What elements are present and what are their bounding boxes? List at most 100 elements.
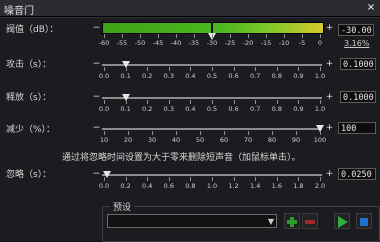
attack-tick-mark bbox=[298, 67, 300, 71]
threshold-tick-label: -50 bbox=[134, 39, 146, 47]
minus-icon bbox=[305, 220, 315, 224]
reduction-tick-label: 40 bbox=[171, 136, 181, 144]
threshold-tick-mark bbox=[302, 34, 303, 38]
threshold-tick-label: -35 bbox=[188, 39, 200, 47]
ignore-value-field[interactable]: 0.0250 bbox=[338, 168, 376, 180]
reduction-tick-label: 80 bbox=[267, 136, 277, 144]
ignore-tick-mark bbox=[276, 177, 278, 181]
attack-tick-label: 0.3 bbox=[163, 72, 174, 80]
threshold-tick-mark bbox=[284, 34, 285, 38]
threshold-decrease-button[interactable]: − bbox=[92, 24, 101, 33]
release-decrease-button[interactable]: − bbox=[92, 93, 101, 102]
release-tick-label: 0.3 bbox=[163, 105, 174, 113]
ignore-increase-button[interactable]: + bbox=[325, 170, 334, 179]
reduction-tick-mark bbox=[224, 131, 225, 135]
attack-tick-label: 0.2 bbox=[142, 72, 153, 80]
release-increase-button[interactable]: + bbox=[325, 93, 334, 102]
reduction-tick-mark bbox=[128, 131, 129, 135]
release-tick-label: 0.9 bbox=[293, 105, 304, 113]
ignore-decrease-button[interactable]: − bbox=[92, 170, 101, 179]
threshold-tick-label: -30 bbox=[206, 39, 218, 47]
attack-slider-track[interactable] bbox=[102, 64, 322, 66]
reduction-decrease-button[interactable]: − bbox=[92, 124, 101, 133]
ignore-slider-track[interactable] bbox=[102, 174, 322, 176]
ignore-tick-mark bbox=[255, 177, 257, 181]
threshold-tick-mark bbox=[194, 34, 195, 38]
attack-tick-mark bbox=[233, 67, 235, 71]
release-tick-mark bbox=[320, 100, 321, 104]
threshold-increase-button[interactable]: + bbox=[325, 24, 334, 33]
release-tick-label: 0.5 bbox=[206, 105, 218, 113]
close-icon[interactable]: × bbox=[365, 2, 377, 13]
attack-tick-mark bbox=[212, 67, 213, 71]
meter-fill bbox=[103, 23, 323, 33]
release-tick-mark bbox=[255, 100, 257, 104]
attack-tick-label: 0.9 bbox=[293, 72, 304, 80]
ignore-tick-label: 1.8 bbox=[293, 182, 304, 190]
threshold-tick-label: 0 bbox=[317, 39, 323, 47]
ignore-hint-text: 通过将忽略时间设置为大于零来删除短声音（加鼠标单击）。 bbox=[62, 153, 301, 163]
preset-select[interactable]: ▼ bbox=[107, 214, 277, 228]
window-title: 噪音门 bbox=[4, 6, 34, 17]
threshold-tick-mark bbox=[140, 34, 141, 38]
reduction-tick-label: 50 bbox=[195, 136, 205, 144]
threshold-tick-mark bbox=[320, 34, 321, 38]
threshold-tick-label: -45 bbox=[152, 39, 164, 47]
attack-tick-label: 0.7 bbox=[250, 72, 261, 80]
reduction-tick-mark bbox=[296, 131, 297, 135]
reduction-value-field[interactable]: 100 bbox=[338, 122, 376, 134]
reduction-tick-mark bbox=[200, 131, 201, 135]
release-tick-label: 0.2 bbox=[142, 105, 153, 113]
release-tick-label: 0.1 bbox=[120, 105, 131, 113]
release-tick-mark bbox=[168, 100, 170, 104]
meter-percent-readout: 3.16% bbox=[344, 39, 370, 48]
meter-divider bbox=[211, 23, 213, 33]
attack-decrease-button[interactable]: − bbox=[92, 60, 101, 69]
ignore-tick-label: 1.4 bbox=[250, 182, 261, 190]
play-button[interactable] bbox=[334, 213, 350, 229]
attack-tick-mark bbox=[125, 67, 127, 71]
threshold-tick-mark bbox=[158, 34, 159, 38]
threshold-tick-label: -10 bbox=[278, 39, 290, 47]
remove-preset-button[interactable] bbox=[302, 213, 318, 229]
ignore-tick-label: 0.6 bbox=[163, 182, 174, 190]
release-tick-mark bbox=[212, 100, 213, 104]
attack-tick-mark bbox=[276, 67, 278, 71]
attack-tick-mark bbox=[147, 67, 149, 71]
stop-button[interactable] bbox=[356, 213, 372, 229]
add-preset-button[interactable] bbox=[284, 213, 300, 229]
attack-tick-label: 0.8 bbox=[271, 72, 282, 80]
release-value-field[interactable]: 0.1000 bbox=[340, 91, 376, 103]
preset-group-title: 预设 bbox=[110, 200, 135, 213]
ignore-tick-mark bbox=[168, 177, 170, 181]
release-tick-label: 0.7 bbox=[250, 105, 261, 113]
threshold-tick-mark bbox=[248, 34, 249, 38]
reduction-tick-label: 30 bbox=[147, 136, 157, 144]
ignore-tick-mark bbox=[233, 177, 235, 181]
threshold-tick-label: -25 bbox=[224, 39, 236, 47]
reduction-tick-mark bbox=[248, 131, 249, 135]
threshold-label: 阀值（dB）： bbox=[6, 25, 59, 35]
threshold-tick-label: -20 bbox=[242, 39, 254, 47]
release-tick-mark bbox=[233, 100, 235, 104]
reduction-label: 减少（%）： bbox=[6, 125, 56, 135]
release-tick-label: 0.6 bbox=[228, 105, 239, 113]
chevron-down-icon[interactable]: ▼ bbox=[268, 217, 274, 226]
reduction-increase-button[interactable]: + bbox=[325, 124, 334, 133]
reduction-tick-mark bbox=[176, 131, 177, 135]
ignore-tick-label: 0.2 bbox=[120, 182, 131, 190]
threshold-value-field[interactable]: -30.00 bbox=[338, 24, 374, 36]
attack-value-field[interactable]: 0.1000 bbox=[340, 58, 376, 70]
release-slider-track[interactable] bbox=[102, 97, 322, 99]
release-tick-label: 1.0 bbox=[314, 105, 326, 113]
threshold-tick-label: -5 bbox=[298, 39, 306, 47]
ignore-tick-label: 0.4 bbox=[142, 182, 153, 190]
release-tick-mark bbox=[125, 100, 127, 104]
threshold-tick-mark bbox=[104, 34, 105, 38]
attack-increase-button[interactable]: + bbox=[325, 60, 334, 69]
attack-tick-label: 0.6 bbox=[228, 72, 239, 80]
reduction-tick-mark bbox=[104, 131, 105, 135]
reduction-tick-mark bbox=[272, 131, 273, 135]
threshold-tick-label: -60 bbox=[98, 39, 110, 47]
reduction-slider-track[interactable] bbox=[102, 128, 322, 130]
